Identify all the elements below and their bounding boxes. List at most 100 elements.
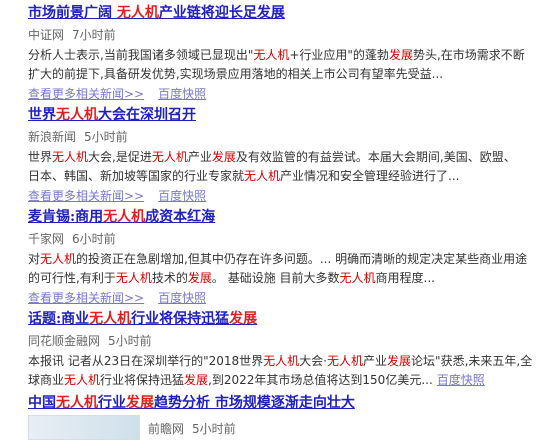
result-snippet: 对无人机的投资正在急剧增加,但其中仍存在许多问题。... 明确而清晰的规定决定某… xyxy=(28,250,548,288)
text-segment: 。 基础设施 目前大多数 xyxy=(211,271,340,285)
highlighted-keyword: 无人机 xyxy=(263,354,300,368)
text-segment: 对 xyxy=(28,252,41,266)
text-segment: 行业将保持迅猛 xyxy=(131,311,230,327)
text-segment: +行业应用"的蓬勃 xyxy=(289,48,389,62)
highlighted-keyword: 无人机 xyxy=(52,150,89,164)
result-meta: 前瞻网 5小时前 xyxy=(148,420,236,437)
text-segment: 分析人士表示,当前我国诸多领域已显现出" xyxy=(28,48,254,62)
result-title-link[interactable]: 话题:商业无人机行业将保持迅猛发展 xyxy=(28,310,548,328)
more-news-link[interactable]: 查看更多相关新闻>> xyxy=(28,189,144,203)
snippet-line: 分析人士表示,当前我国诸多领域已显现出"无人机+行业应用"的蓬勃发展势头,在市场… xyxy=(28,46,548,65)
result-time: 5小时前 xyxy=(84,130,128,144)
result-links: 查看更多相关新闻>> 百度快照 xyxy=(28,290,548,306)
highlighted-keyword: 无人机 xyxy=(64,373,101,387)
result-meta: 新浪新闻 5小时前 xyxy=(28,129,548,145)
text-segment: 市场前景广阔 xyxy=(28,5,117,21)
text-segment: 成资本红海 xyxy=(145,209,216,225)
text-segment: 论坛"获悉,未来五年,全 xyxy=(411,354,533,368)
result-time: 6小时前 xyxy=(72,232,116,246)
text-segment: 中国 xyxy=(28,395,56,411)
text-segment: 的可行性,有利于 xyxy=(28,271,116,285)
highlighted-keyword: 无人机 xyxy=(327,354,364,368)
search-result: 话题:商业无人机行业将保持迅猛发展 同花顺金融网 5小时前 本报讯 记者从23日在… xyxy=(28,310,548,390)
text-segment: 球商业 xyxy=(28,373,65,387)
result-snippet: 本报讯 记者从23日在深圳举行的"2018世界无人机大会·无人机产业发展论坛"获… xyxy=(28,352,548,390)
result-source: 同花顺金融网 xyxy=(28,334,101,348)
search-result: 世界无人机大会在深圳召开 新浪新闻 5小时前 世界无人机大会,是促进无人机产业发展… xyxy=(28,106,548,204)
highlighted-keyword: 无人机 xyxy=(253,48,290,62)
highlighted-keyword: 无人机 xyxy=(56,107,98,123)
text-segment: 及有效监管的有益尝试。本届大会期间,美国、欧盟、 xyxy=(235,150,516,164)
result-meta: 千家网 6小时前 xyxy=(28,231,548,247)
result-source: 前瞻网 xyxy=(148,422,185,436)
search-result: 中国无人机行业发展趋势分析 市场规模逐渐走向壮大 xyxy=(28,394,548,412)
search-result: 市场前景广阔 无人机产业链将迎长足发展 中证网 7小时前 分析人士表示,当前我国诸… xyxy=(28,4,548,102)
snapshot-link[interactable]: 百度快照 xyxy=(437,373,485,387)
text-segment: 大会· xyxy=(299,354,327,368)
highlighted-keyword: 无人机 xyxy=(244,169,281,183)
result-source: 新浪新闻 xyxy=(28,130,77,144)
text-segment: 产业 xyxy=(363,354,388,368)
result-meta: 同花顺金融网 5小时前 xyxy=(28,333,548,349)
text-segment: 商用程度... xyxy=(375,271,435,285)
highlighted-keyword: 无人机 xyxy=(115,271,152,285)
highlighted-keyword: 无人机 xyxy=(116,5,159,21)
result-meta: 中证网 7小时前 xyxy=(28,27,548,43)
highlighted-keyword: 发展 xyxy=(126,395,154,411)
result-time: 5小时前 xyxy=(192,422,236,436)
text-segment: ,到2022年其市场总值将达到150亿美元... xyxy=(208,373,433,387)
snippet-line: 球商业无人机行业将保持迅猛发展,到2022年其市场总值将达到150亿美元... 百… xyxy=(28,371,548,390)
text-segment: 行业 xyxy=(98,395,126,411)
snapshot-link[interactable]: 百度快照 xyxy=(158,189,206,203)
search-result: 麦肯锡:商用无人机成资本红海 千家网 6小时前 对无人机的投资正在急剧增加,但其中… xyxy=(28,208,548,306)
more-news-link[interactable]: 查看更多相关新闻>> xyxy=(28,87,144,101)
text-segment: 世界 xyxy=(28,150,53,164)
text-segment: 技术的 xyxy=(151,271,188,285)
highlighted-keyword: 发展 xyxy=(388,48,413,62)
text-segment: 势头,在市场需求不断 xyxy=(412,48,525,62)
result-source: 千家网 xyxy=(28,232,65,246)
text-segment: 世界 xyxy=(28,107,56,123)
more-news-link[interactable]: 查看更多相关新闻>> xyxy=(28,291,144,305)
result-links: 查看更多相关新闻>> 百度快照 xyxy=(28,86,548,102)
result-source: 中证网 xyxy=(28,28,65,42)
highlighted-keyword: 无人机 xyxy=(339,271,376,285)
highlighted-keyword: 发展 xyxy=(229,311,258,327)
highlighted-keyword: 无人机 xyxy=(151,150,188,164)
text-segment: 话题:商业 xyxy=(28,311,90,327)
text-segment: 本报讯 记者从23日在深圳举行的"2018世界 xyxy=(28,354,264,368)
result-snippet: 分析人士表示,当前我国诸多领域已显现出"无人机+行业应用"的蓬勃发展势头,在市场… xyxy=(28,46,548,84)
snippet-line: 世界无人机大会,是促进无人机产业发展及有效监管的有益尝试。本届大会期间,美国、欧… xyxy=(28,148,548,167)
highlighted-keyword: 无人机 xyxy=(40,252,77,266)
snapshot-link[interactable]: 百度快照 xyxy=(158,87,206,101)
highlighted-keyword: 无人机 xyxy=(56,395,98,411)
text-segment: 麦肯锡:商用 xyxy=(28,209,104,225)
snippet-line: 对无人机的投资正在急剧增加,但其中仍存在许多问题。... 明确而清晰的规定决定某… xyxy=(28,250,548,269)
text-segment: 产业情况和安全管理经验进行了... xyxy=(280,169,460,183)
text-segment: 扩大的前提下,具备研发优势,实现场景应用落地的相关上市公司有望率先受益... xyxy=(28,67,444,81)
highlighted-keyword: 发展 xyxy=(187,271,212,285)
result-title-link[interactable]: 中国无人机行业发展趋势分析 市场规模逐渐走向壮大 xyxy=(28,394,548,412)
result-snippet: 世界无人机大会,是促进无人机产业发展及有效监管的有益尝试。本届大会期间,美国、欧… xyxy=(28,148,548,186)
snippet-line: 本报讯 记者从23日在深圳举行的"2018世界无人机大会·无人机产业发展论坛"获… xyxy=(28,352,548,371)
text-segment: 的投资正在急剧增加,但其中仍存在许多问题。... 明确而清晰的规定决定某些商业用… xyxy=(76,252,528,266)
highlighted-keyword: 无人机 xyxy=(89,311,132,327)
highlighted-keyword: 发展 xyxy=(211,150,236,164)
result-title-link[interactable]: 市场前景广阔 无人机产业链将迎长足发展 xyxy=(28,4,548,22)
text-segment: 行业将保持迅猛 xyxy=(100,373,185,387)
text-segment: 产业链将迎长足发展 xyxy=(158,5,285,21)
text-segment: 日本、韩国、新加坡等国家的行业专家就 xyxy=(28,169,245,183)
result-links: 查看更多相关新闻>> 百度快照 xyxy=(28,188,548,204)
snippet-line: 扩大的前提下,具备研发优势,实现场景应用落地的相关上市公司有望率先受益... xyxy=(28,65,548,84)
snapshot-link[interactable]: 百度快照 xyxy=(158,291,206,305)
highlighted-keyword: 无人机 xyxy=(103,209,146,225)
result-title-link[interactable]: 世界无人机大会在深圳召开 xyxy=(28,106,548,124)
result-time: 5小时前 xyxy=(108,334,152,348)
highlighted-keyword: 发展 xyxy=(387,354,412,368)
text-segment: 趋势分析 市场规模逐渐走向壮大 xyxy=(154,395,355,411)
result-title-link[interactable]: 麦肯锡:商用无人机成资本红海 xyxy=(28,208,548,226)
result-thumbnail[interactable] xyxy=(28,415,140,440)
text-segment: 大会在深圳召开 xyxy=(98,107,196,123)
text-segment: 大会,是促进 xyxy=(88,150,152,164)
text-segment: 产业 xyxy=(187,150,212,164)
